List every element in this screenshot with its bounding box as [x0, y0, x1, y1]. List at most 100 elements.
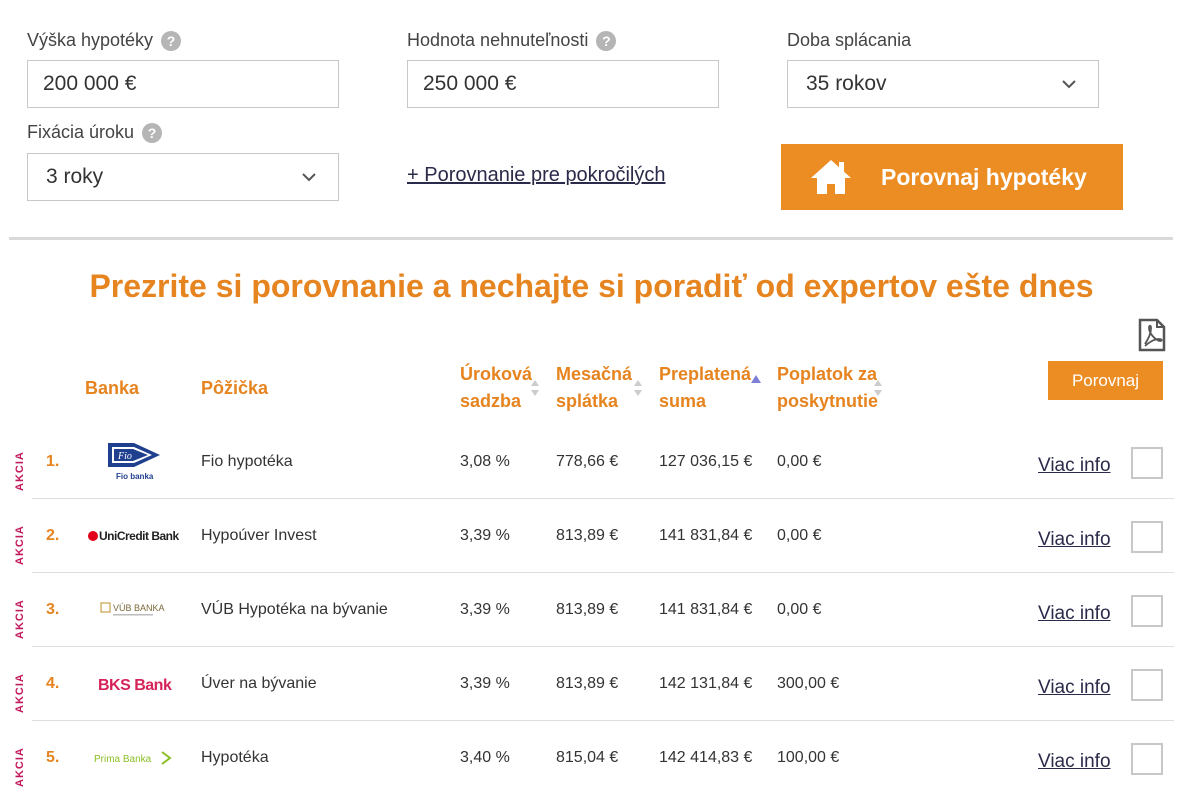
loan-name: Úver na bývanie — [201, 675, 317, 692]
fixation-label-text: Fixácia úroku — [27, 122, 135, 142]
sort-asc-icon[interactable] — [751, 371, 761, 391]
akcia-badge-text: AKCIA — [14, 673, 26, 713]
bank-logo-text: Prima Banka — [94, 754, 152, 765]
interest-rate: 3,39 % — [460, 675, 510, 692]
monthly-payment: 778,66 € — [556, 453, 619, 470]
monthly-payment: 815,04 € — [556, 749, 619, 766]
chevron-down-icon — [1062, 80, 1076, 89]
fixation-select[interactable]: 3 roky — [27, 153, 339, 201]
house-icon — [811, 160, 851, 194]
sort-icon[interactable] — [530, 378, 540, 398]
interest-rate: 3,08 % — [460, 453, 510, 470]
column-header-rate[interactable]: Úroková sadzba — [460, 361, 532, 415]
compare-checkbox[interactable] — [1131, 669, 1163, 701]
term-value: 35 rokov — [806, 72, 887, 95]
fixation-value: 3 roky — [46, 165, 104, 188]
overpaid-sum: 127 036,15 € — [659, 453, 753, 470]
akcia-badge-text: AKCIA — [14, 747, 26, 787]
akcia-badge: AKCIA — [12, 669, 30, 713]
more-info-link[interactable]: Viac info — [1038, 721, 1111, 795]
row-rank: 3. — [46, 601, 60, 618]
row-rank: 4. — [46, 675, 60, 692]
compare-selected-button[interactable]: Porovnaj — [1048, 361, 1163, 400]
akcia-badge-text: AKCIA — [14, 525, 26, 565]
bank-logo-bks: BKS Bank — [84, 647, 184, 721]
table-row: AKCIA 4. BKS Bank Úver na bývanie 3,39 %… — [0, 647, 1183, 721]
akcia-badge-text: AKCIA — [14, 451, 26, 491]
loan-amount-value: 200 000 € — [43, 72, 137, 95]
column-header-overpaid-line2: suma — [659, 391, 707, 411]
help-icon[interactable]: ? — [596, 30, 617, 51]
help-icon[interactable]: ? — [142, 122, 163, 143]
interest-rate: 3,39 % — [460, 527, 510, 544]
loan-name: Hypoúver Invest — [201, 527, 317, 544]
akcia-badge: AKCIA — [12, 521, 30, 565]
compare-checkbox[interactable] — [1131, 521, 1163, 553]
akcia-badge: AKCIA — [12, 595, 30, 639]
monthly-payment: 813,89 € — [556, 601, 619, 618]
fee: 300,00 € — [777, 675, 840, 692]
table-row: AKCIA 2. UniCredit Bank Hypoúver Invest … — [0, 499, 1183, 573]
compare-checkbox[interactable] — [1131, 595, 1163, 627]
interest-rate: 3,39 % — [460, 601, 510, 618]
bank-logo-text: Fio banka — [116, 472, 154, 481]
term-select[interactable]: 35 rokov — [787, 60, 1099, 108]
compare-mortgages-label: Porovnaj hypotéky — [881, 163, 1087, 190]
more-info-link[interactable]: Viac info — [1038, 647, 1111, 721]
compare-checkbox[interactable] — [1131, 447, 1163, 479]
column-header-overpaid[interactable]: Preplatená suma — [659, 361, 751, 415]
page-headline: Prezrite si porovnanie a nechajte si por… — [89, 268, 1094, 304]
overpaid-sum: 142 131,84 € — [659, 675, 753, 692]
monthly-payment: 813,89 € — [556, 527, 619, 544]
column-header-fee-line1: Poplatok za — [777, 364, 878, 384]
row-rank: 5. — [46, 749, 60, 766]
overpaid-sum: 141 831,84 € — [659, 601, 753, 618]
pdf-icon[interactable] — [1137, 318, 1167, 352]
more-info-link[interactable]: Viac info — [1038, 425, 1111, 499]
loan-name: VÚB Hypotéka na bývanie — [201, 601, 388, 618]
sort-icon[interactable] — [633, 378, 643, 398]
property-value-input[interactable]: 250 000 € — [407, 60, 719, 108]
bank-logo-prima: Prima Banka — [84, 721, 184, 795]
fee: 0,00 € — [777, 453, 822, 470]
column-header-monthly[interactable]: Mesačná splátka — [556, 361, 632, 415]
fixation-label: Fixácia úroku ? — [27, 122, 163, 143]
loan-amount-label-text: Výška hypotéky — [27, 30, 154, 50]
sort-icon[interactable] — [873, 378, 883, 398]
bank-logo-vub: VÚB BANKA — [84, 573, 184, 647]
column-header-rate-line2: sadzba — [460, 391, 522, 411]
column-header-loan: Pôžička — [201, 378, 269, 398]
akcia-badge: AKCIA — [12, 743, 30, 787]
interest-rate: 3,40 % — [460, 749, 510, 766]
column-header-rate-line1: Úroková — [460, 364, 533, 384]
bank-logo-unicredit: UniCredit Bank — [84, 499, 184, 573]
row-rank: 2. — [46, 527, 60, 544]
column-header-bank: Banka — [85, 378, 140, 398]
column-header-monthly-line1: Mesačná — [556, 364, 633, 384]
property-value-value: 250 000 € — [423, 72, 517, 95]
bank-logo-text: UniCredit Bank — [99, 529, 180, 543]
divider — [9, 237, 1173, 240]
loan-name: Fio hypotéka — [201, 453, 293, 470]
loan-amount-input[interactable]: 200 000 € — [27, 60, 339, 108]
more-info-link[interactable]: Viac info — [1038, 573, 1111, 647]
compare-checkbox[interactable] — [1131, 743, 1163, 775]
column-header-fee-line2: poskytnutie — [777, 391, 879, 411]
table-row: AKCIA 5. Prima Banka Hypotéka 3,40 % 815… — [0, 721, 1183, 795]
help-icon[interactable]: ? — [161, 30, 182, 51]
fee: 0,00 € — [777, 601, 822, 618]
term-label-text: Doba splácania — [787, 30, 912, 50]
compare-mortgages-button[interactable]: Porovnaj hypotéky — [781, 144, 1123, 210]
bank-logo-text: VÚB BANKA — [113, 603, 165, 613]
svg-text:Fio: Fio — [117, 451, 132, 462]
advanced-comparison-link[interactable]: + Porovnanie pre pokročilých — [407, 164, 665, 187]
column-header-overpaid-line1: Preplatená — [659, 364, 752, 384]
loan-name: Hypotéka — [201, 749, 269, 766]
more-info-link[interactable]: Viac info — [1038, 499, 1111, 573]
property-value-label-text: Hodnota nehnuteľnosti — [407, 30, 589, 50]
bank-logo-text: BKS Bank — [98, 677, 172, 694]
table-row: AKCIA 1. Fio Fio banka Fio hypotéka 3,08… — [0, 425, 1183, 499]
akcia-badge: AKCIA — [12, 447, 30, 491]
fee: 0,00 € — [777, 527, 822, 544]
column-header-fee[interactable]: Poplatok za poskytnutie — [777, 361, 878, 415]
